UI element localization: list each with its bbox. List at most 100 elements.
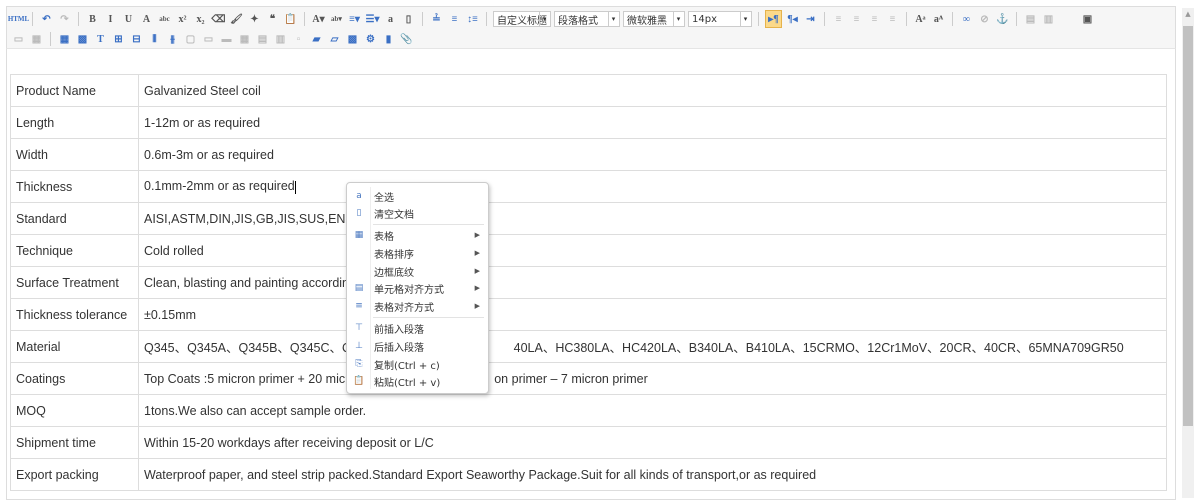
spec-value-cell[interactable]: 0.6m-3m or as required — [138, 138, 1167, 171]
spec-value-cell[interactable]: ±0.15mm — [138, 298, 1167, 331]
spec-value-cell[interactable]: Within 15-20 workdays after receiving de… — [138, 426, 1167, 459]
fullscreen-icon[interactable]: ▣ — [1080, 11, 1095, 27]
bold-icon[interactable]: B — [85, 11, 100, 27]
spec-label-cell[interactable]: Surface Treatment — [10, 266, 139, 299]
font-border-icon[interactable]: A — [139, 11, 154, 27]
image-manager-icon[interactable]: ▩ — [345, 31, 360, 47]
spec-value-cell[interactable]: Q345、Q345A、Q345B、Q345C、Q34 40LA、HC380LA、H… — [138, 330, 1167, 363]
redo-icon[interactable]: ↷ — [57, 11, 72, 27]
context-menu-item[interactable]: ▦ 表格 ▶ — [347, 226, 488, 244]
blockquote-icon[interactable]: ❝ — [265, 11, 280, 27]
font-size-select[interactable]: 14px ▾ — [688, 11, 752, 27]
context-menu-item[interactable]: a 全选 — [347, 187, 488, 205]
directionality-icon[interactable]: ▦ — [29, 31, 44, 47]
highlight-color-icon[interactable]: ab▾ — [329, 11, 344, 27]
spec-label-cell[interactable]: Material — [10, 330, 139, 363]
custom-heading-select[interactable]: 自定义标题 ▾ — [493, 11, 551, 27]
context-menu-item[interactable]: 表格排序 ▶ — [347, 244, 488, 262]
clear-doc-icon[interactable]: ▯ — [401, 11, 416, 27]
context-menu-item[interactable]: ▯ 清空文档 — [347, 204, 488, 222]
auto-format-icon[interactable]: ✦ — [247, 11, 262, 27]
editor-content-area[interactable]: Product Name Galvanized Steel coil Length 1… — [6, 48, 1176, 500]
spec-value-cell[interactable]: 1tons.We also can accept sample order. — [138, 394, 1167, 427]
subscript-icon[interactable]: x₂ — [193, 11, 208, 27]
context-menu-item[interactable]: 📋 粘贴(Ctrl + v) — [347, 372, 488, 390]
link-icon[interactable]: ∞ — [959, 11, 974, 27]
merge-cells-icon[interactable]: ▢ — [183, 31, 198, 47]
spec-value-cell[interactable]: AISI,ASTM,DIN,JIS,GB,JIS,SUS,EN,etc. — [138, 202, 1167, 235]
eraser-icon[interactable]: ⌫ — [211, 11, 226, 27]
unlink-icon[interactable]: ⊘ — [977, 11, 992, 27]
context-menu-item[interactable]: ⊤ 前插入段落 — [347, 319, 488, 337]
scroll-up-arrow[interactable]: ▲ — [1182, 10, 1194, 18]
chevron-down-icon[interactable]: ▾ — [608, 12, 618, 26]
edittable-icon[interactable]: ▫ — [291, 31, 306, 47]
justify-full-icon[interactable]: ≡ — [885, 11, 900, 27]
undo-icon[interactable]: ↶ — [39, 11, 54, 27]
split-rows-icon[interactable]: ▤ — [255, 31, 270, 47]
to-lowercase-icon[interactable]: aᴬ — [931, 11, 946, 27]
justify-left-icon[interactable]: ≡ — [831, 11, 846, 27]
scrollbar-thumb[interactable] — [1183, 26, 1193, 426]
chevron-down-icon[interactable]: ▾ — [740, 12, 750, 26]
spec-label-cell[interactable]: Export packing — [10, 458, 139, 491]
rtl-icon[interactable]: ¶◂ — [785, 11, 800, 27]
delete-row-icon[interactable]: ⊟ — [129, 31, 144, 47]
spec-label-cell[interactable]: Coatings — [10, 362, 139, 395]
simple-upload-icon[interactable]: ▰ — [309, 31, 324, 47]
delete-col-icon[interactable]: ⫵ — [165, 31, 180, 47]
row-spacing-bottom-icon[interactable]: ≡ — [447, 11, 462, 27]
context-menu-item[interactable]: 边框底纹 ▶ — [347, 262, 488, 280]
spec-label-cell[interactable]: Technique — [10, 234, 139, 267]
spec-label-cell[interactable]: Width — [10, 138, 139, 171]
spec-value-cell[interactable]: Top Coats :5 micron primer + 20 micro on … — [138, 362, 1167, 395]
context-menu-item[interactable]: ⊥ 后插入段落 — [347, 337, 488, 355]
indent-icon[interactable]: ⇥ — [803, 11, 818, 27]
insert-image-icon[interactable]: ▱ — [327, 31, 342, 47]
split-cols-icon[interactable]: ▥ — [273, 31, 288, 47]
anchor-icon[interactable]: ⚓ — [995, 11, 1010, 27]
font-color-icon[interactable]: A▾ — [311, 11, 326, 27]
unordered-list-icon[interactable]: ☰▾ — [365, 11, 380, 27]
spec-label-cell[interactable]: Length — [10, 106, 139, 139]
spec-value-cell[interactable]: Galvanized Steel coil — [138, 74, 1167, 107]
font-family-select[interactable]: 微软雅黑 ▾ — [623, 11, 685, 27]
delete-table-icon[interactable]: ▩ — [75, 31, 90, 47]
context-menu-item[interactable]: ▤ 单元格对齐方式 ▶ — [347, 279, 488, 297]
template-icon[interactable]: ▮ — [381, 31, 396, 47]
image-none-icon[interactable]: ▭ — [11, 31, 26, 47]
spec-value-cell[interactable]: 1-12m or as required — [138, 106, 1167, 139]
paragraph-format-select[interactable]: 段落格式 ▾ — [554, 11, 620, 27]
justify-right-icon[interactable]: ≡ — [867, 11, 882, 27]
ltr-icon[interactable]: ▸¶ — [765, 10, 782, 28]
paste-plain-icon[interactable]: 📋 — [283, 11, 298, 27]
spec-label-cell[interactable]: Standard — [10, 202, 139, 235]
edit-table-props-icon[interactable]: ⚙ — [363, 31, 378, 47]
context-menu-item[interactable]: ≡ 表格对齐方式 ▶ — [347, 297, 488, 315]
ordered-list-icon[interactable]: ≡▾ — [347, 11, 362, 27]
to-uppercase-icon[interactable]: Aᵃ — [913, 11, 928, 27]
spec-label-cell[interactable]: MOQ — [10, 394, 139, 427]
vertical-scrollbar[interactable]: ▲ — [1182, 8, 1194, 498]
italic-icon[interactable]: I — [103, 11, 118, 27]
strikethrough-icon[interactable]: abc — [157, 11, 172, 27]
select-all-icon[interactable]: a — [383, 11, 398, 27]
attachment-icon[interactable]: 📎 — [399, 31, 414, 47]
spec-label-cell[interactable]: Thickness — [10, 170, 139, 203]
spec-label-cell[interactable]: Shipment time — [10, 426, 139, 459]
underline-icon[interactable]: U — [121, 11, 136, 27]
chevron-down-icon[interactable]: ▾ — [539, 12, 549, 26]
chevron-down-icon[interactable]: ▾ — [673, 12, 683, 26]
html-source-icon[interactable]: HTML — [8, 11, 29, 27]
context-menu-item[interactable]: ⎘ 复制(Ctrl + c) — [347, 355, 488, 373]
insert-col-icon[interactable]: ⫴ — [147, 31, 162, 47]
insert-table-icon[interactable]: ▦ — [57, 31, 72, 47]
format-brush-icon[interactable]: 🖌 — [229, 11, 244, 27]
justify-center-icon[interactable]: ≡ — [849, 11, 864, 27]
insert-row-icon[interactable]: ⊞ — [111, 31, 126, 47]
merge-down-icon[interactable]: ▬ — [219, 31, 234, 47]
spec-value-cell[interactable]: Waterproof paper, and steel strip packed… — [138, 458, 1167, 491]
merge-right-icon[interactable]: ▭ — [201, 31, 216, 47]
spec-value-cell[interactable]: Cold rolled — [138, 234, 1167, 267]
spec-value-cell[interactable]: Clean, blasting and painting according — [138, 266, 1167, 299]
